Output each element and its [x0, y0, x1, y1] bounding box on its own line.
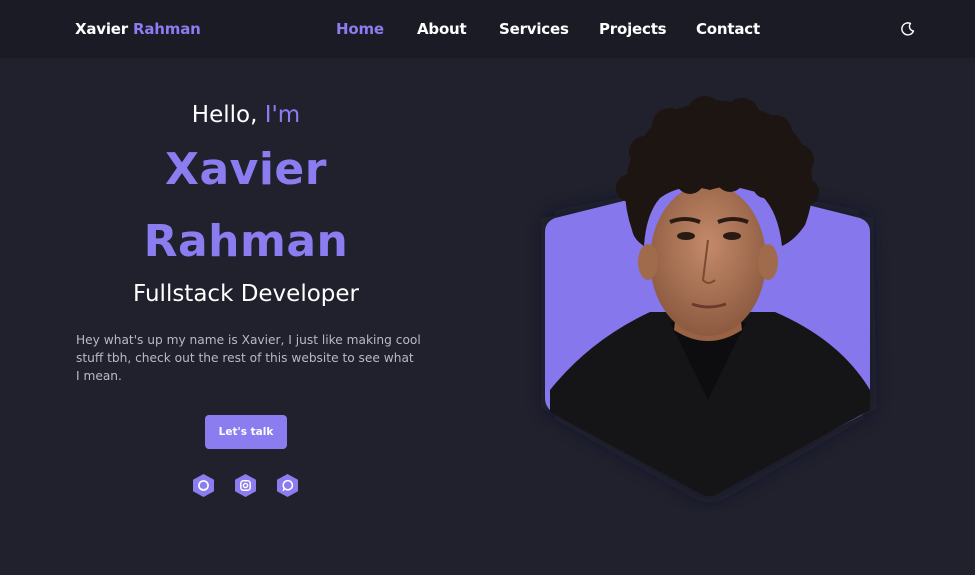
header: Xavier Rahman Home About Services Projec… — [0, 0, 975, 58]
greeting-accent: I'm — [264, 102, 301, 128]
greeting-prefix: Hello, — [191, 102, 265, 128]
hero-last-name: Rahman — [143, 216, 349, 267]
brand-first-name: Xavier — [75, 20, 128, 38]
hero-role: Fullstack Developer — [133, 281, 359, 307]
github-icon[interactable] — [191, 473, 216, 498]
nav-contact[interactable]: Contact — [696, 20, 760, 38]
brand-last-name: Rahman — [133, 20, 201, 38]
nav-home[interactable]: Home — [336, 20, 384, 38]
page: Xavier Rahman Home About Services Projec… — [0, 0, 975, 575]
whatsapp-icon[interactable] — [275, 473, 300, 498]
hero-portrait — [520, 90, 900, 510]
greeting: Hello, I'm — [60, 102, 432, 128]
lets-talk-button[interactable]: Let's talk — [205, 415, 287, 449]
nav-about[interactable]: About — [417, 20, 467, 38]
hero-bio: Hey what's up my name is Xavier, I just … — [76, 333, 421, 383]
brand-logo[interactable]: Xavier Rahman — [75, 20, 201, 38]
instagram-icon[interactable] — [233, 473, 258, 498]
nav-services[interactable]: Services — [499, 20, 569, 38]
moon-icon[interactable] — [900, 21, 916, 37]
nav-projects[interactable]: Projects — [599, 20, 667, 38]
hero-first-name: Xavier — [165, 144, 327, 195]
